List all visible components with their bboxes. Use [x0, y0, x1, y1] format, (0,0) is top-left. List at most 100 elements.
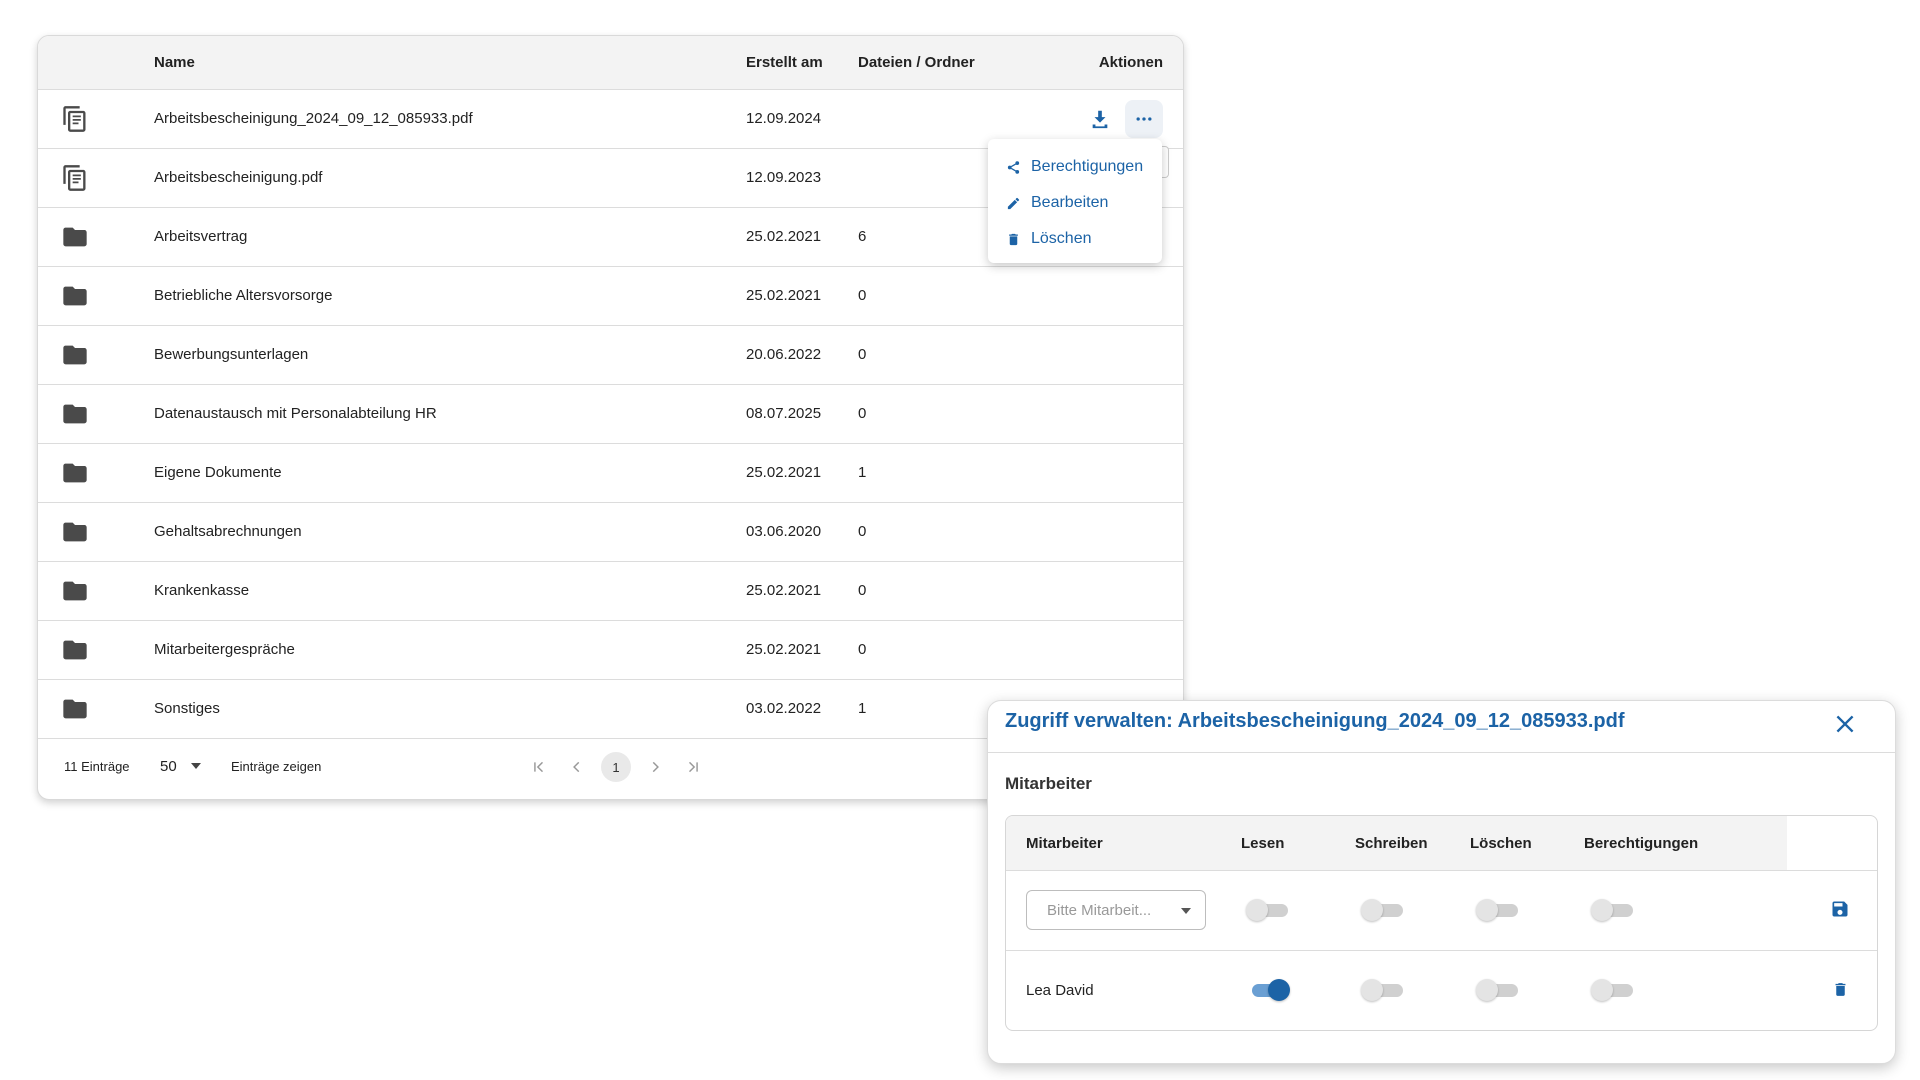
- pencil-icon: [1007, 197, 1020, 209]
- row-name[interactable]: Betriebliche Altersvorsorge: [154, 287, 332, 304]
- folder-icon: [63, 581, 87, 601]
- entries-count: 11 Einträge: [64, 759, 130, 774]
- close-icon: [1836, 715, 1854, 733]
- delete-toggle[interactable]: [1476, 979, 1520, 1001]
- row-date: 12.09.2024: [746, 110, 822, 127]
- table-header: Name Erstellt am Dateien / Ordner Aktion…: [38, 36, 1183, 90]
- dialog-title: Zugriff verwalten: Arbeitsbescheinigung_…: [1005, 710, 1625, 732]
- chevron-down-icon: [190, 763, 201, 769]
- col-write: Schreiben: [1355, 835, 1428, 852]
- actions-menu: Berechtigungen Bearbeiten Löschen: [988, 139, 1162, 263]
- row-name[interactable]: Sonstiges: [154, 700, 220, 717]
- employee-name: Lea David: [1026, 982, 1094, 999]
- menu-item-label: Bearbeiten: [1031, 194, 1109, 211]
- save-button[interactable]: [1830, 899, 1852, 921]
- next-page-button[interactable]: [640, 752, 670, 782]
- folder-icon: [63, 345, 87, 365]
- table-row[interactable]: Datenaustausch mit Personalabteilung HR …: [38, 385, 1183, 444]
- download-icon: [1092, 110, 1108, 129]
- menu-item-edit[interactable]: Bearbeiten: [1006, 192, 1108, 214]
- row-count: 6: [858, 228, 867, 245]
- more-actions-button[interactable]: [1125, 100, 1163, 138]
- table-row[interactable]: Bewerbungsunterlagen 20.06.2022 0: [38, 326, 1183, 385]
- folder-icon: [63, 286, 87, 306]
- row-count: 0: [858, 405, 867, 422]
- folder-icon: [63, 404, 87, 424]
- employee-select[interactable]: Bitte Mitarbeit...: [1026, 890, 1206, 930]
- delete-button[interactable]: [1832, 981, 1852, 1001]
- employee-select-placeholder: Bitte Mitarbeit...: [1047, 902, 1152, 919]
- row-count: 0: [858, 582, 867, 599]
- row-count: 0: [858, 287, 867, 304]
- row-date: 12.09.2023: [746, 169, 822, 186]
- table-row[interactable]: Gehaltsabrechnungen 03.06.2020 0: [38, 503, 1183, 562]
- close-button[interactable]: [1832, 711, 1858, 737]
- section-title: Mitarbeiter: [1005, 774, 1092, 793]
- download-button[interactable]: [1081, 100, 1119, 138]
- menu-item-label: Löschen: [1031, 230, 1092, 247]
- table-row[interactable]: Eigene Dokumente 25.02.2021 1: [38, 444, 1183, 503]
- row-name[interactable]: Bewerbungsunterlagen: [154, 346, 308, 363]
- row-date: 25.02.2021: [746, 287, 822, 304]
- col-employee: Mitarbeiter: [1026, 835, 1103, 852]
- manage-access-dialog: Zugriff verwalten: Arbeitsbescheinigung_…: [987, 700, 1896, 1064]
- header-count[interactable]: Dateien / Ordner: [858, 54, 975, 71]
- share-icon: [1007, 160, 1020, 174]
- menu-item-label: Berechtigungen: [1031, 158, 1144, 175]
- menu-item-delete[interactable]: Löschen: [1006, 228, 1092, 250]
- row-name[interactable]: Datenaustausch mit Personalabteilung HR: [154, 405, 437, 422]
- row-date: 25.02.2021: [746, 464, 822, 481]
- last-page-icon: [688, 761, 698, 773]
- folder-icon: [63, 463, 87, 483]
- permissions-toggle[interactable]: [1591, 899, 1635, 921]
- page-button-current[interactable]: 1: [601, 752, 631, 782]
- folder-icon: [63, 522, 87, 542]
- permission-row: Lea David: [1006, 951, 1877, 1030]
- first-page-button[interactable]: [524, 752, 554, 782]
- row-name[interactable]: Mitarbeitergespräche: [154, 641, 295, 658]
- header-name[interactable]: Name: [154, 54, 195, 71]
- row-date: 08.07.2025: [746, 405, 822, 422]
- row-count: 0: [858, 346, 867, 363]
- permissions-header: Mitarbeiter Lesen Schreiben Löschen Bere…: [1006, 816, 1877, 871]
- chevron-down-icon: [1181, 908, 1191, 914]
- row-name[interactable]: Arbeitsbescheinigung.pdf: [154, 169, 322, 186]
- row-count: 0: [858, 523, 867, 540]
- new-permission-row: Bitte Mitarbeit...: [1006, 871, 1877, 951]
- row-name[interactable]: Eigene Dokumente: [154, 464, 282, 481]
- read-toggle[interactable]: [1246, 899, 1290, 921]
- prev-page-button[interactable]: [562, 752, 592, 782]
- chevron-right-icon: [652, 761, 659, 773]
- row-name[interactable]: Krankenkasse: [154, 582, 249, 599]
- read-toggle[interactable]: [1246, 979, 1290, 1001]
- write-toggle[interactable]: [1361, 979, 1405, 1001]
- row-name[interactable]: Arbeitsbescheinigung_2024_09_12_085933.p…: [154, 110, 473, 127]
- row-name[interactable]: Arbeitsvertrag: [154, 228, 247, 245]
- menu-item-permissions[interactable]: Berechtigungen: [1006, 156, 1143, 178]
- first-page-icon: [534, 761, 544, 773]
- delete-toggle[interactable]: [1476, 899, 1520, 921]
- row-name[interactable]: Gehaltsabrechnungen: [154, 523, 302, 540]
- row-count: 1: [858, 700, 867, 717]
- chevron-left-icon: [573, 761, 580, 773]
- table-row[interactable]: Betriebliche Altersvorsorge 25.02.2021 0: [38, 267, 1183, 326]
- row-date: 25.02.2021: [746, 228, 822, 245]
- trash-icon: [1835, 983, 1846, 996]
- permissions-table: Mitarbeiter Lesen Schreiben Löschen Bere…: [1005, 815, 1878, 1031]
- col-delete: Löschen: [1470, 835, 1532, 852]
- col-permissions: Berechtigungen: [1584, 835, 1699, 852]
- more-horizontal-icon: [1136, 117, 1152, 121]
- header-actions: Aktionen: [1098, 54, 1163, 71]
- row-count: 0: [858, 641, 867, 658]
- page-size-value: 50: [160, 757, 177, 775]
- page-size-select[interactable]: 50: [160, 751, 220, 781]
- row-date: 03.02.2022: [746, 700, 822, 717]
- row-count: 1: [858, 464, 867, 481]
- header-created[interactable]: Erstellt am: [746, 54, 823, 71]
- table-row[interactable]: Mitarbeitergespräche 25.02.2021 0: [38, 621, 1183, 680]
- folder-icon: [63, 227, 87, 247]
- table-row[interactable]: Krankenkasse 25.02.2021 0: [38, 562, 1183, 621]
- permissions-toggle[interactable]: [1591, 979, 1635, 1001]
- last-page-button[interactable]: [678, 752, 708, 782]
- write-toggle[interactable]: [1361, 899, 1405, 921]
